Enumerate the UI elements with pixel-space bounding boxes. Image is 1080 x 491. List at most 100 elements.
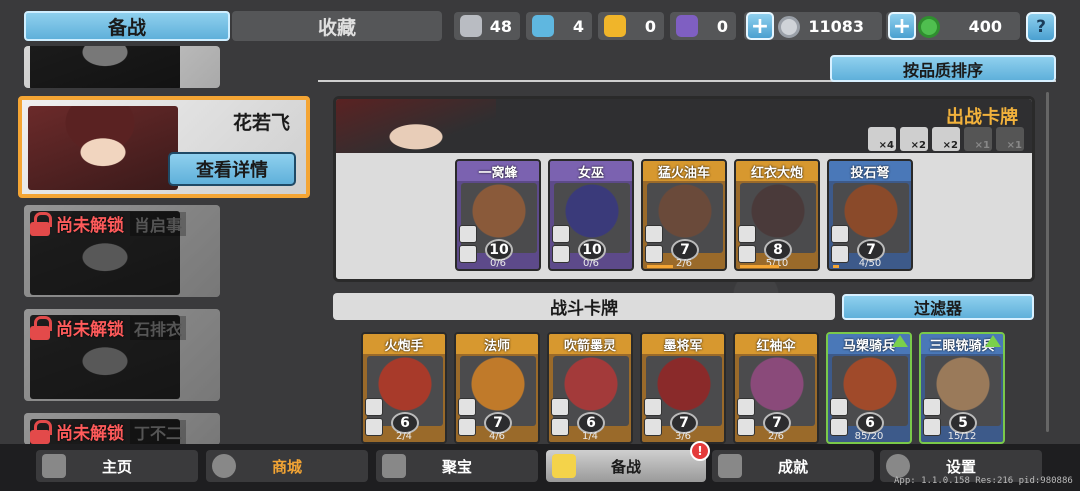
card-name: 吹箭墨灵: [549, 334, 631, 354]
lock-icon: [30, 315, 52, 340]
gems-count: 400: [968, 16, 1002, 36]
card[interactable]: 吹箭墨灵 6 1/4: [547, 332, 633, 444]
card-count: 3/6: [674, 431, 692, 442]
card-count: 4/50: [858, 258, 882, 269]
card[interactable]: 猛火油车 7 2/6: [641, 159, 727, 271]
hero-banner-art: [336, 99, 496, 153]
nav-shop[interactable]: 商城: [206, 450, 368, 482]
hero-card-locked[interactable]: 尚未解锁 肖启事: [24, 205, 220, 297]
card-count: 4/6: [488, 431, 506, 442]
jade-icon: [918, 16, 940, 38]
card[interactable]: 女巫 10 0/6: [548, 159, 634, 271]
hero-name: 花若飞: [232, 112, 290, 134]
battle-cards-row: 一窝蜂 10 0/6 女巫 10 0/6 猛火油车 7 2/6 红衣大炮 8 5/10 投石弩 7 4/50: [336, 153, 1032, 279]
shop-icon: [212, 454, 236, 478]
card-type-icon: [645, 225, 663, 243]
card[interactable]: 红衣大炮 8 5/10: [734, 159, 820, 271]
battle-cards-title: 出战卡牌: [946, 107, 1018, 128]
gold-count: 0: [644, 16, 656, 36]
card-type-icon: [738, 225, 756, 243]
card[interactable]: 火炮手 6 2/4: [361, 332, 447, 444]
card-type-icon: [551, 398, 569, 416]
resource-silver: 48: [454, 12, 520, 40]
skull-limit-icon: ×1: [964, 127, 992, 151]
purple-shield-icon: [676, 15, 698, 37]
top-bar: 备战 收藏 48 4 0 0 11083 + 400 + ?: [0, 8, 1080, 42]
help-button[interactable]: ?: [1026, 12, 1056, 42]
card-count: 2/6: [767, 431, 785, 442]
card-progress-bar: [833, 265, 839, 268]
upgrade-arrow-icon: [985, 335, 1001, 347]
hero-card-partial-top[interactable]: [24, 46, 220, 88]
card-count: 85/20: [854, 431, 884, 442]
battle-header: 出战卡牌 ×4 ×2 ×2 ×1 ×1: [336, 99, 1032, 153]
add-gems-button[interactable]: +: [888, 12, 916, 40]
locked-hero-name: 肖启事: [130, 211, 187, 236]
card[interactable]: 红袖伞 7 2/6: [733, 332, 819, 444]
upgrade-arrow-icon: [892, 335, 908, 347]
card[interactable]: 三眼铳骑兵 5 15/12: [919, 332, 1005, 444]
card-name: 女巫: [550, 161, 632, 181]
card-count: 15/12: [947, 431, 977, 442]
locked-label: 尚未解锁: [56, 320, 124, 340]
add-coins-button[interactable]: +: [746, 12, 774, 40]
filter-button[interactable]: 过滤器: [842, 294, 1034, 320]
silver-shield-icon: [460, 15, 482, 37]
locked-hero-name: 丁不二: [130, 419, 187, 444]
nav-deck[interactable]: 备战: [546, 450, 706, 482]
card-name: 墨将军: [642, 334, 724, 354]
nav-home[interactable]: 主页: [36, 450, 198, 482]
scrollbar[interactable]: [1046, 92, 1049, 432]
card-type-icon: [831, 225, 849, 243]
card-type-icon: [365, 398, 383, 416]
card-count: 2/4: [395, 431, 413, 442]
card-name: 一窝蜂: [457, 161, 539, 181]
card-type-icon: [830, 398, 848, 416]
hero-card-selected[interactable]: 花若飞 查看详情: [18, 96, 310, 198]
card-name: 红衣大炮: [736, 161, 818, 181]
tab-prepare[interactable]: 备战: [24, 11, 230, 41]
locked-label: 尚未解锁: [56, 216, 124, 236]
card-type-icon: [737, 398, 755, 416]
resource-gold: 0: [598, 12, 664, 40]
card-name: 红袖伞: [735, 334, 817, 354]
card[interactable]: 法师 7 4/6: [454, 332, 540, 444]
coins-count: 11083: [808, 16, 864, 36]
tab-collection[interactable]: 收藏: [232, 11, 442, 41]
version-text: App: 1.1.0.158 Res:216 pid:980886: [894, 476, 1073, 486]
card[interactable]: 墨将军 7 3/6: [640, 332, 726, 444]
card-name: 投石弩: [829, 161, 911, 181]
crystal-shield-icon: [532, 15, 554, 37]
hero-card-locked[interactable]: 尚未解锁 丁不二: [24, 413, 220, 445]
gear-limit-icon: ×2: [900, 127, 928, 151]
hero-portrait: [30, 46, 180, 88]
battle-cards-panel: 出战卡牌 ×4 ×2 ×2 ×1 ×1 一窝蜂 10 0/6 女巫 10 0/6 猛火油车 7…: [333, 96, 1035, 282]
card-type-icon: [459, 225, 477, 243]
sword-limit-icon: ×1: [996, 127, 1024, 151]
combat-cards-title: 战斗卡牌: [333, 293, 835, 320]
resource-crystal: 4: [526, 12, 592, 40]
hero-card-locked[interactable]: 尚未解锁 石排衣: [24, 309, 220, 401]
card-type-icon: [923, 398, 941, 416]
view-details-button[interactable]: 查看详情: [168, 152, 296, 186]
resource-purple: 0: [670, 12, 736, 40]
lock-icon: [30, 419, 52, 444]
card-name: 火炮手: [363, 334, 445, 354]
card[interactable]: 马槊骑兵 6 85/20: [826, 332, 912, 444]
card-type-icon: [552, 225, 570, 243]
lock-row: 尚未解锁 丁不二: [30, 419, 187, 444]
nav-achievements[interactable]: 成就: [712, 450, 874, 482]
card[interactable]: 一窝蜂 10 0/6: [455, 159, 541, 271]
settings-gear-icon: [886, 454, 910, 478]
card-progress-bar: [740, 265, 779, 268]
achievement-icon: [718, 454, 742, 478]
deck-icon: [552, 454, 576, 478]
card[interactable]: 投石弩 7 4/50: [827, 159, 913, 271]
locked-hero-name: 石排衣: [130, 315, 187, 340]
card-name: 法师: [456, 334, 538, 354]
card-limit-icons: ×4 ×2 ×2 ×1 ×1: [868, 127, 1024, 151]
sort-by-quality-button[interactable]: 按品质排序: [830, 55, 1056, 82]
card-type-icon: [458, 398, 476, 416]
purple-count: 0: [716, 16, 728, 36]
nav-treasure[interactable]: 聚宝: [376, 450, 538, 482]
